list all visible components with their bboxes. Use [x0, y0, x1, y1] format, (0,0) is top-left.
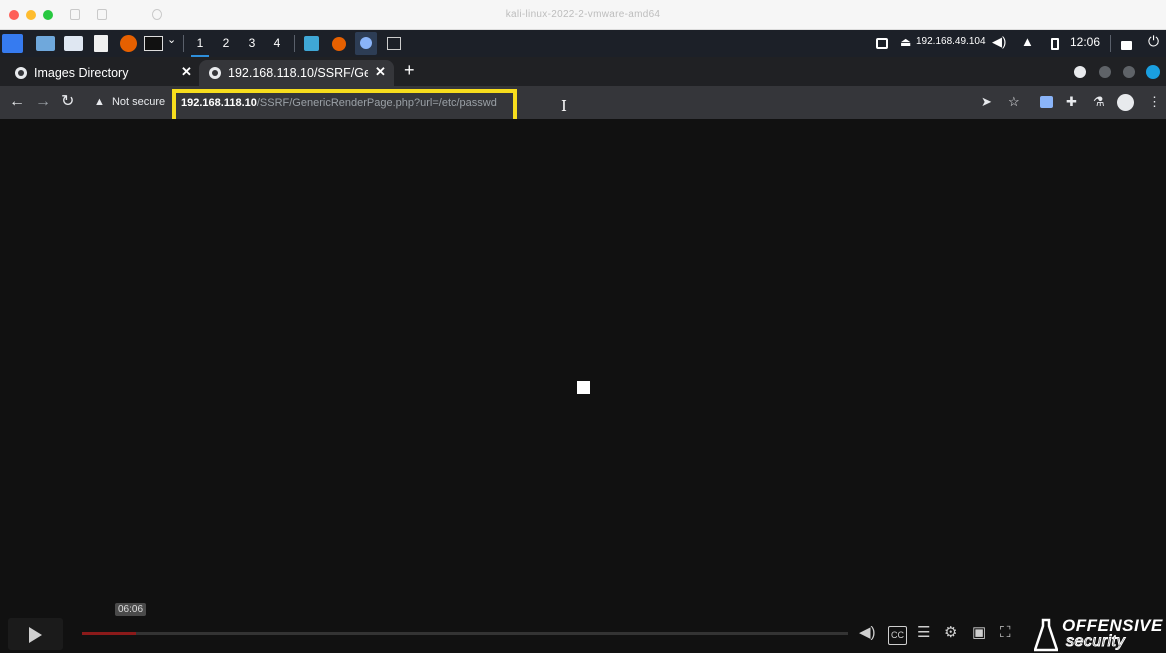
task-firefox-icon[interactable]: [332, 37, 346, 51]
back-arrow-icon[interactable]: ←: [9, 93, 25, 111]
forward-arrow-icon[interactable]: →: [35, 93, 51, 111]
file-manager-icon[interactable]: [64, 36, 83, 51]
panel-clock[interactable]: 12:06: [1070, 35, 1100, 49]
new-tab-button[interactable]: +: [404, 60, 415, 81]
transcript-icon[interactable]: ☰: [917, 624, 930, 641]
logo-line2: security: [1065, 633, 1126, 651]
warning-triangle-icon: ▲: [94, 96, 105, 108]
firefox-icon[interactable]: [120, 35, 137, 52]
labs-flask-icon[interactable]: ⚗: [1093, 94, 1105, 110]
play-button[interactable]: [8, 618, 63, 650]
volume-icon[interactable]: ◀): [992, 34, 1006, 53]
logo-figure-icon: [1034, 618, 1058, 652]
workspace-2[interactable]: 2: [217, 34, 235, 53]
show-desktop-icon[interactable]: [36, 36, 55, 51]
panel-separator: [183, 35, 184, 52]
chromium-icon: [360, 37, 372, 49]
reload-icon[interactable]: ↻: [61, 93, 74, 111]
network-icon[interactable]: ⏏: [900, 35, 911, 54]
window-close-button[interactable]: [1146, 65, 1160, 79]
task-chromium-active[interactable]: [355, 32, 377, 55]
screen-icon[interactable]: [876, 38, 888, 49]
loading-indicator: [577, 381, 590, 394]
close-tab-icon[interactable]: ✕: [181, 64, 192, 80]
globe-icon: [15, 67, 27, 79]
window-minimize-button[interactable]: [1074, 66, 1086, 78]
vm-window-title: kali-linux-2022-2-vmware-amd64: [505, 9, 661, 20]
workspace-4[interactable]: 4: [268, 34, 286, 53]
task-app-icon[interactable]: [304, 36, 319, 51]
hover-time-tooltip: 06:06: [115, 603, 147, 616]
security-indicator[interactable]: ▲ Not secure: [94, 96, 165, 108]
panel-separator: [294, 35, 295, 52]
chevron-down-icon[interactable]: ⌄: [167, 33, 176, 52]
tab-title: 192.168.118.10/SSRF/Gene: [228, 66, 368, 80]
window-restore-button[interactable]: [1123, 66, 1135, 78]
fullscreen-icon[interactable]: ⛶: [1000, 624, 1011, 641]
tab-images-directory[interactable]: Images Directory ✕: [6, 60, 196, 86]
vm-window-titlebar: kali-linux-2022-2-vmware-amd64: [0, 0, 1166, 30]
close-tab-icon[interactable]: ✕: [375, 64, 386, 80]
task-terminal-icon[interactable]: [387, 37, 401, 50]
globe-icon: [209, 67, 221, 79]
address-bar[interactable]: 192.168.118.10/SSRF/GenericRenderPage.ph…: [181, 97, 497, 109]
workspace-1[interactable]: 1: [191, 34, 209, 57]
power-icon[interactable]: ⏻: [1148, 33, 1159, 52]
notification-bell-icon[interactable]: ▲: [1021, 34, 1034, 53]
browser-tab-strip: Images Directory ✕ 192.168.118.10/SSRF/G…: [0, 57, 1166, 86]
panel-separator: [1110, 35, 1111, 52]
text-cursor-icon: I: [561, 97, 567, 115]
tab-title: Images Directory: [34, 66, 129, 80]
progress-bar[interactable]: [82, 632, 848, 635]
profile-avatar-icon[interactable]: [1117, 94, 1134, 111]
kali-top-panel: ⌄ 1 2 3 4 ⏏ 192.168.49.104 ◀) ▲ 12:06 ⏻: [0, 30, 1166, 57]
window-maximize-button[interactable]: [1099, 66, 1111, 78]
volume-icon[interactable]: ◀): [859, 624, 876, 641]
video-player-controls: 06:06 ◀) CC ☰ ⚙ ▣ ⛶ OFFENSIVE security: [0, 603, 1166, 653]
extensions-puzzle-icon[interactable]: ✚: [1066, 94, 1077, 110]
send-icon[interactable]: ➤: [981, 94, 992, 110]
lock-icon[interactable]: [1121, 41, 1132, 50]
picture-in-picture-icon[interactable]: ▣: [972, 624, 986, 641]
kali-menu-icon[interactable]: [2, 34, 23, 53]
url-host: 192.168.118.10: [181, 97, 257, 109]
workspace-3[interactable]: 3: [243, 34, 261, 53]
text-editor-icon[interactable]: [94, 35, 108, 52]
extension-tab-icon[interactable]: [1040, 96, 1053, 108]
terminal-icon[interactable]: [144, 36, 163, 51]
menu-kebab-icon[interactable]: ⋮: [1148, 94, 1161, 110]
captions-icon[interactable]: CC: [888, 626, 907, 645]
battery-icon[interactable]: [1051, 38, 1059, 50]
url-path: /SSRF/GenericRenderPage.php?url=/etc/pas…: [256, 97, 497, 109]
bookmark-star-icon[interactable]: ☆: [1008, 94, 1020, 110]
ip-address: 192.168.49.104: [916, 36, 986, 47]
offensive-security-logo: OFFENSIVE security: [1034, 616, 1162, 652]
security-label: Not secure: [111, 96, 166, 108]
tab-ssrf-page[interactable]: 192.168.118.10/SSRF/Gene ✕: [199, 60, 394, 86]
page-content: [0, 119, 1166, 653]
settings-gear-icon[interactable]: ⚙: [944, 624, 957, 641]
progress-fill: [82, 632, 136, 635]
